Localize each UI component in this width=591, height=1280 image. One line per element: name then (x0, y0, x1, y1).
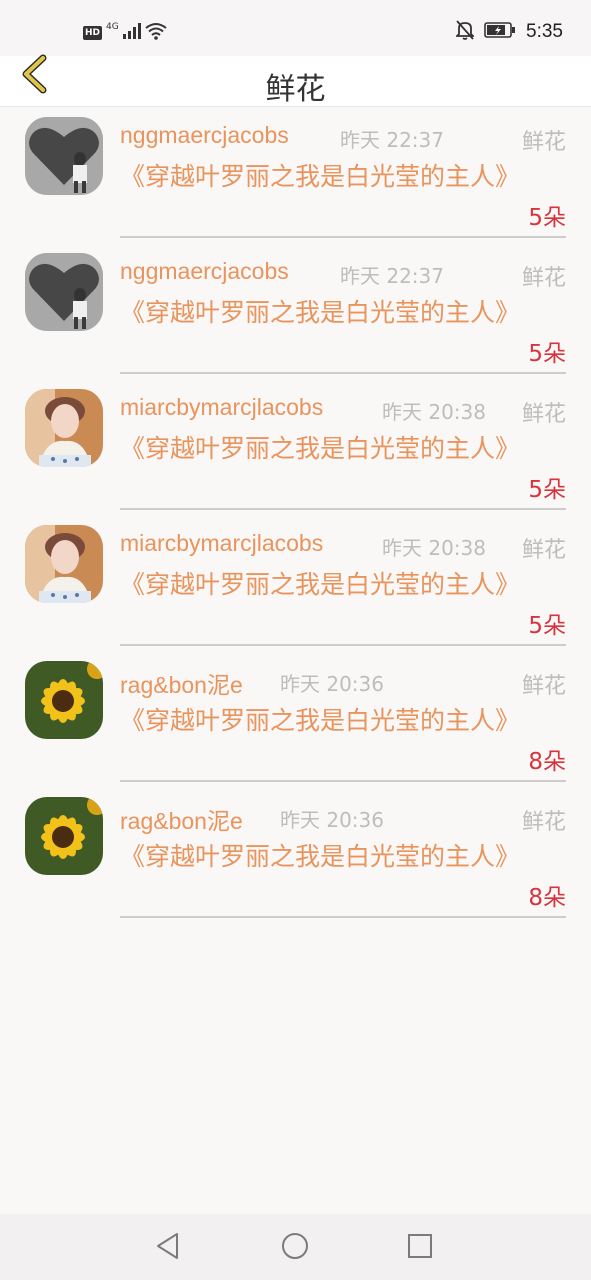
user-name[interactable]: nggmaercjacobs (120, 122, 289, 149)
timestamp: 昨天 20:36 (280, 672, 384, 696)
flower-count: 5朵 (528, 205, 566, 231)
timestamp: 昨天 22:37 (340, 128, 444, 152)
user-name[interactable]: miarcbymarcjlacobs (120, 394, 323, 421)
item-content: miarcbymarcjlacobs 昨天 20:38 鲜花 《穿越叶罗丽之我是… (120, 530, 566, 646)
book-title[interactable]: 《穿越叶罗丽之我是白光莹的主人》 (120, 430, 520, 467)
book-title[interactable]: 《穿越叶罗丽之我是白光莹的主人》 (120, 294, 520, 331)
flower-list: nggmaercjacobs 昨天 22:37 鲜花 《穿越叶罗丽之我是白光莹的… (0, 108, 591, 924)
user-name[interactable]: rag&bon泥e (120, 802, 243, 836)
flower-count: 8朵 (528, 749, 566, 775)
user-name[interactable]: nggmaercjacobs (120, 258, 289, 285)
avatar[interactable] (25, 117, 103, 195)
timestamp: 昨天 20:38 (382, 400, 486, 424)
avatar[interactable] (25, 389, 103, 467)
nav-back-button[interactable] (150, 1230, 186, 1266)
status-right: 5:35 (454, 20, 563, 44)
flower-count: 5朵 (528, 477, 566, 503)
user-name[interactable]: miarcbymarcjlacobs (120, 530, 323, 557)
list-item[interactable]: nggmaercjacobs 昨天 22:37 鲜花 《穿越叶罗丽之我是白光莹的… (0, 244, 591, 380)
status-left: HD 4G (83, 22, 167, 44)
item-content: rag&bon泥e 昨天 20:36 鲜花 《穿越叶罗丽之我是白光莹的主人》 8… (120, 666, 566, 782)
wifi-icon (145, 22, 167, 44)
clock: 5:35 (526, 21, 563, 42)
battery-icon (484, 22, 516, 42)
bell-off-icon (454, 20, 476, 44)
timestamp: 昨天 20:36 (280, 808, 384, 832)
book-title[interactable]: 《穿越叶罗丽之我是白光莹的主人》 (120, 158, 520, 195)
item-content: rag&bon泥e 昨天 20:36 鲜花 《穿越叶罗丽之我是白光莹的主人》 8… (120, 802, 566, 918)
list-item[interactable]: rag&bon泥e 昨天 20:36 鲜花 《穿越叶罗丽之我是白光莹的主人》 8… (0, 788, 591, 924)
avatar[interactable] (25, 253, 103, 331)
status-bar: HD 4G 5:35 (0, 0, 591, 56)
nav-recents-button[interactable] (402, 1230, 438, 1266)
item-content: nggmaercjacobs 昨天 22:37 鲜花 《穿越叶罗丽之我是白光莹的… (120, 122, 566, 238)
list-item[interactable]: miarcbymarcjlacobs 昨天 20:38 鲜花 《穿越叶罗丽之我是… (0, 516, 591, 652)
gift-category: 鲜花 (521, 810, 566, 835)
avatar[interactable] (25, 525, 103, 603)
item-content: nggmaercjacobs 昨天 22:37 鲜花 《穿越叶罗丽之我是白光莹的… (120, 258, 566, 374)
gift-category: 鲜花 (521, 402, 566, 427)
user-name[interactable]: rag&bon泥e (120, 666, 243, 700)
nav-home-button[interactable] (277, 1230, 313, 1266)
signal-icon (122, 23, 141, 43)
book-title[interactable]: 《穿越叶罗丽之我是白光莹的主人》 (120, 566, 520, 603)
header: 鲜花 (0, 54, 591, 107)
flower-count: 5朵 (528, 341, 566, 367)
timestamp: 昨天 22:37 (340, 264, 444, 288)
list-item[interactable]: nggmaercjacobs 昨天 22:37 鲜花 《穿越叶罗丽之我是白光莹的… (0, 108, 591, 244)
square-recents-icon (407, 1233, 433, 1263)
gift-category: 鲜花 (521, 538, 566, 563)
system-nav-bar (0, 1214, 591, 1280)
book-title[interactable]: 《穿越叶罗丽之我是白光莹的主人》 (120, 702, 520, 739)
gift-category: 鲜花 (521, 130, 566, 155)
gift-category: 鲜花 (521, 674, 566, 699)
triangle-back-icon (155, 1232, 181, 1264)
avatar[interactable] (25, 797, 103, 875)
page-title: 鲜花 (265, 72, 326, 107)
list-item[interactable]: miarcbymarcjlacobs 昨天 20:38 鲜花 《穿越叶罗丽之我是… (0, 380, 591, 516)
book-title[interactable]: 《穿越叶罗丽之我是白光莹的主人》 (120, 838, 520, 875)
flower-count: 5朵 (528, 613, 566, 639)
hd-badge: HD (83, 26, 103, 40)
item-content: miarcbymarcjlacobs 昨天 20:38 鲜花 《穿越叶罗丽之我是… (120, 394, 566, 510)
network-label: 4G (106, 22, 119, 32)
gift-category: 鲜花 (521, 266, 566, 291)
flower-count: 8朵 (528, 885, 566, 911)
timestamp: 昨天 20:38 (382, 536, 486, 560)
list-item[interactable]: rag&bon泥e 昨天 20:36 鲜花 《穿越叶罗丽之我是白光莹的主人》 8… (0, 652, 591, 788)
avatar[interactable] (25, 661, 103, 739)
circle-home-icon (281, 1232, 309, 1264)
